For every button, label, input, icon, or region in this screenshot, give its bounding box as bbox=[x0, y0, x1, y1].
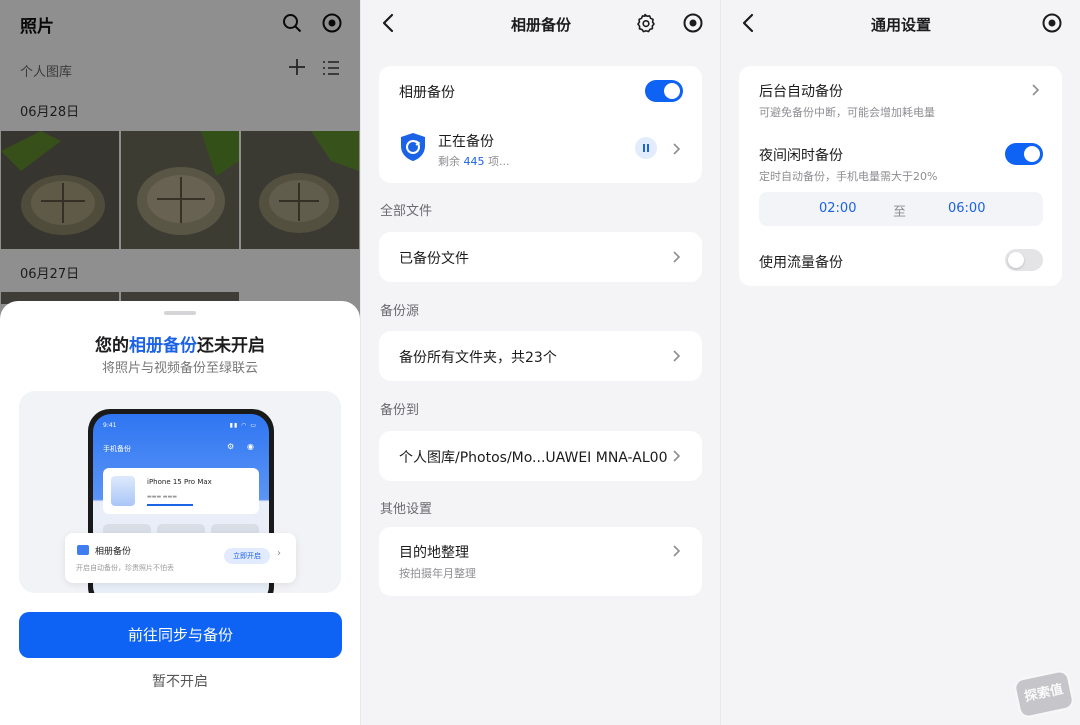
chevron-right-icon bbox=[1032, 84, 1040, 96]
sheet-title: 您的相册备份还未开启 bbox=[95, 336, 265, 356]
sheet-subtitle: 将照片与视频备份至绿联云 bbox=[101, 361, 258, 376]
backup-source-label: 备份所有文件夹，共23个 bbox=[399, 350, 557, 366]
night-time-range: 02:00 至 06:00 bbox=[759, 192, 1043, 226]
more-circle-icon: ◉ bbox=[247, 442, 254, 451]
cellular-backup-toggle[interactable] bbox=[1005, 249, 1043, 271]
backup-bottom-sheet: 您的相册备份还未开启 将照片与视频备份至绿联云 9:41 ▮▮ ◠ ▭ 手机备份… bbox=[0, 301, 360, 725]
destination-organize-label: 目的地整理 bbox=[399, 545, 469, 561]
section-header-destination: 备份到 bbox=[380, 403, 420, 418]
general-settings-screen: 通用设置 后台自动备份 可避免备份中断，可能会增加耗电量 夜间闲时备份 定时自动… bbox=[720, 0, 1080, 725]
image-icon bbox=[77, 545, 89, 555]
backup-remaining: 剩余 445 项... bbox=[438, 155, 510, 168]
sheet-handle[interactable] bbox=[164, 311, 196, 315]
night-backup-toggle[interactable] bbox=[1005, 143, 1043, 165]
album-backup-label: 相册备份 bbox=[399, 85, 455, 101]
section-header-source: 备份源 bbox=[380, 304, 420, 319]
section-header-other: 其他设置 bbox=[380, 502, 433, 517]
album-backup-banner: 相册备份 开启自动备份，珍贵照片不怕丢 立即开启 › bbox=[65, 533, 296, 583]
backed-up-files-label: 已备份文件 bbox=[399, 251, 469, 267]
go-sync-backup-button[interactable]: 前往同步与备份 bbox=[19, 612, 342, 658]
usage-bar bbox=[147, 504, 193, 506]
night-backup-sub: 定时自动备份，手机电量需大于20% bbox=[759, 170, 938, 183]
page-title: 相册备份 bbox=[510, 16, 571, 34]
album-backup-toggle[interactable] bbox=[645, 80, 683, 102]
chevron-right-icon bbox=[673, 450, 681, 462]
start-time[interactable]: 02:00 bbox=[819, 201, 856, 216]
device-card: iPhone 15 Pro Max ▬▬▬ ▬▬▬ bbox=[103, 468, 259, 514]
status-icons: ▮▮ ◠ ▭ bbox=[229, 422, 257, 429]
backup-illustration: 9:41 ▮▮ ◠ ▭ 手机备份 ⚙ ◉ iPhone 15 Pro Max ▬… bbox=[19, 391, 341, 593]
time-separator: 至 bbox=[893, 205, 907, 220]
page-title: 通用设置 bbox=[870, 16, 931, 34]
not-now-button[interactable]: 暂不开启 bbox=[0, 671, 360, 691]
chevron-right-icon bbox=[673, 251, 681, 263]
settings-card: 后台自动备份 可避免备份中断，可能会增加耗电量 夜间闲时备份 定时自动备份，手机… bbox=[739, 66, 1062, 286]
section-header-all-files: 全部文件 bbox=[380, 204, 433, 219]
backup-status-card: 相册备份 正在备份 剩余 445 项... bbox=[379, 66, 702, 183]
album-backup-screen: 相册备份 相册备份 正在备份 剩余 445 项... 全部文件 已备份文件 备份… bbox=[360, 0, 720, 725]
auto-backup-sub: 可避免备份中断，可能会增加耗电量 bbox=[759, 106, 935, 119]
destination-organize-row[interactable]: 目的地整理 按拍摄年月整理 bbox=[379, 527, 702, 596]
backup-destination-label: 个人图库/Photos/Mo...UAWEI MNA-AL00 bbox=[399, 450, 668, 466]
pause-button[interactable] bbox=[635, 137, 657, 159]
device-name: iPhone 15 Pro Max bbox=[147, 478, 212, 486]
cellular-backup-label: 使用流量备份 bbox=[759, 255, 843, 271]
backed-up-files-row[interactable]: 已备份文件 bbox=[379, 232, 702, 282]
backup-source-row[interactable]: 备份所有文件夹，共23个 bbox=[379, 331, 702, 381]
device-usage: ▬▬▬ ▬▬▬ bbox=[147, 494, 177, 500]
status-time: 9:41 bbox=[103, 422, 117, 429]
banner-title: 相册备份 bbox=[95, 547, 132, 557]
gear-icon: ⚙ bbox=[227, 442, 235, 451]
backup-destination-row[interactable]: 个人图库/Photos/Mo...UAWEI MNA-AL00 bbox=[379, 431, 702, 481]
backup-progress-title: 正在备份 bbox=[438, 134, 494, 150]
more-circle-icon[interactable] bbox=[1042, 13, 1062, 33]
gear-icon[interactable] bbox=[635, 13, 655, 33]
auto-backup-label: 后台自动备份 bbox=[759, 84, 843, 100]
banner-subtitle: 开启自动备份，珍贵照片不怕丢 bbox=[76, 564, 174, 572]
more-circle-icon[interactable] bbox=[683, 13, 703, 33]
mock-app-title: 手机备份 bbox=[103, 445, 131, 453]
chevron-right-icon bbox=[673, 350, 681, 362]
backup-shield-icon bbox=[401, 133, 425, 161]
device-icon bbox=[111, 476, 135, 506]
chevron-right-icon: › bbox=[277, 548, 281, 559]
chevron-right-icon[interactable] bbox=[671, 142, 681, 156]
destination-organize-sub: 按拍摄年月整理 bbox=[399, 567, 476, 580]
end-time[interactable]: 06:00 bbox=[948, 201, 985, 216]
enable-now-button: 立即开启 bbox=[224, 548, 270, 564]
chevron-right-icon bbox=[673, 545, 681, 557]
night-backup-label: 夜间闲时备份 bbox=[759, 148, 843, 164]
photos-screen: 照片 个人图库 06月28日 06月27日 您的相册备份还未开启 将照片与视频备… bbox=[0, 0, 360, 725]
